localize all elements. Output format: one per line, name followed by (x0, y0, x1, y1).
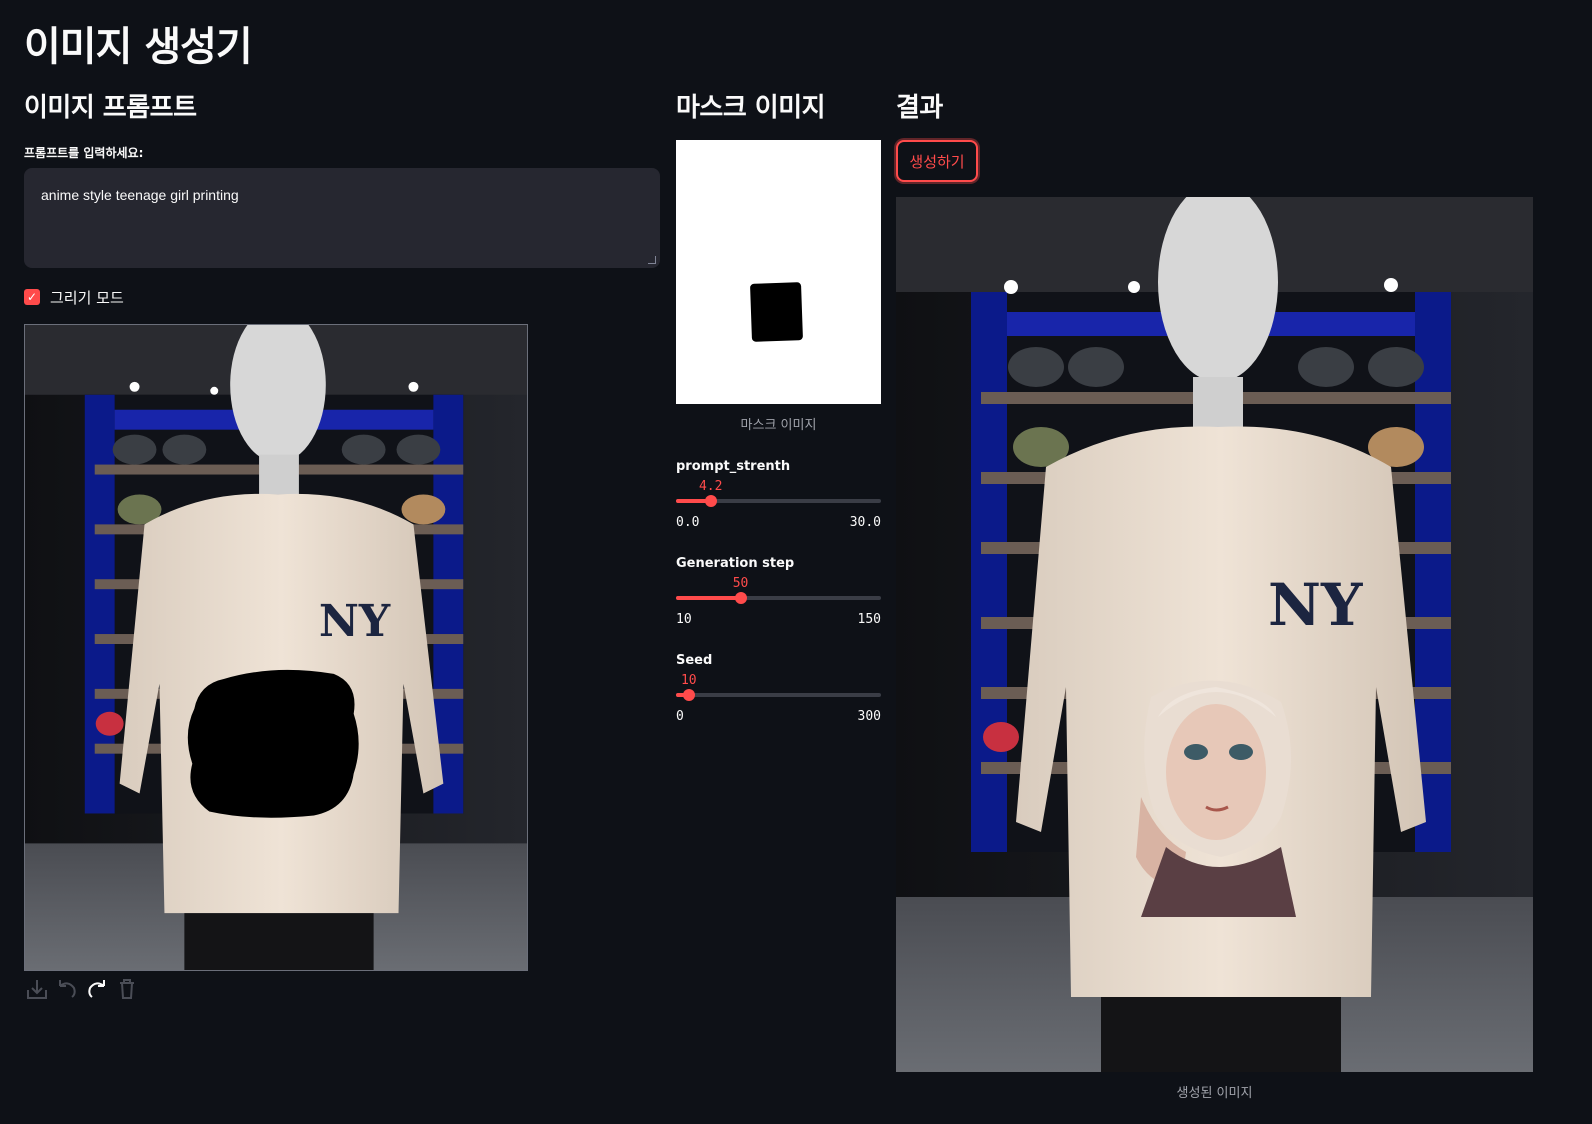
prompt-strength-value-row: 4.2 (676, 479, 881, 497)
prompt-strength-max: 30.0 (849, 515, 881, 530)
page-title: 이미지 생성기 (24, 24, 253, 70)
prompt-strength-min: 0.0 (676, 515, 700, 530)
seed-range: 0 300 (676, 709, 881, 724)
result-caption: 생성된 이미지 (1176, 1086, 1253, 1101)
canvas-toolbar (24, 975, 660, 1003)
prompt-strength-track[interactable] (676, 495, 881, 507)
generate-button[interactable]: 생성하기 (896, 140, 978, 182)
seed-min: 0 (676, 709, 684, 724)
mask-region (750, 282, 803, 342)
resize-grip-icon[interactable] (648, 256, 656, 264)
generation-step-fill (676, 596, 741, 600)
generation-step-slider: Generation step 50 10 150 (676, 556, 881, 627)
redo-icon[interactable] (84, 976, 110, 1002)
seed-value: 10 (680, 673, 697, 688)
undo-icon[interactable] (54, 976, 80, 1002)
mask-caption: 마스크 이미지 (740, 418, 817, 433)
generation-step-track[interactable] (676, 592, 881, 604)
mannequin-photo: NY (25, 325, 527, 970)
mask-image (676, 140, 881, 404)
seed-slider: Seed 10 0 300 (676, 653, 881, 724)
seed-label: Seed (676, 653, 713, 668)
prompt-strength-label: prompt_strenth (676, 459, 791, 474)
seed-thumb[interactable] (682, 689, 695, 701)
download-icon[interactable] (24, 976, 50, 1002)
generation-step-label: Generation step (676, 556, 795, 571)
prompt-strength-thumb[interactable] (704, 495, 717, 507)
drawing-canvas[interactable]: NY (24, 324, 528, 971)
trash-icon[interactable] (114, 976, 140, 1002)
prompt-strength-range: 0.0 30.0 (676, 515, 881, 530)
generation-step-thumb[interactable] (734, 592, 747, 604)
seed-max: 300 (857, 709, 881, 724)
result-image: NY (896, 197, 1533, 1072)
prompt-text: anime style teenage girl printing (41, 187, 239, 203)
prompt-textarea[interactable]: anime style teenage girl printing (24, 168, 660, 268)
svg-text:NY: NY (319, 596, 391, 647)
seed-value-row: 10 (676, 673, 881, 691)
result-column: 결과 생성하기 NY 생성된 이미지 (896, 90, 1533, 1101)
generated-photo: NY (896, 197, 1533, 1072)
mask-column: 마스크 이미지 마스크 이미지 prompt_strenth 4.2 0.0 30.0… (676, 90, 881, 724)
draw-mode-label: 그리기 모드 (50, 288, 124, 307)
generation-step-range: 10 150 (676, 612, 881, 627)
generation-step-value: 50 (732, 576, 749, 591)
prompt-column: 이미지 프롬프트 프롬프트를 입력하세요: anime style teenag… (24, 90, 660, 1003)
prompt-heading: 이미지 프롬프트 (24, 93, 197, 123)
draw-mode-checkbox[interactable]: ✓ (24, 289, 40, 305)
prompt-label: 프롬프트를 입력하세요: (24, 146, 144, 160)
draw-mode-checkbox-row[interactable]: ✓ 그리기 모드 (24, 286, 660, 308)
mask-heading: 마스크 이미지 (676, 93, 826, 123)
prompt-strength-value: 4.2 (698, 479, 723, 494)
result-heading: 결과 (896, 93, 943, 123)
generation-step-value-row: 50 (676, 576, 881, 594)
generation-step-max: 150 (857, 612, 881, 627)
seed-track[interactable] (676, 689, 881, 701)
generation-step-min: 10 (676, 612, 692, 627)
svg-text:NY: NY (1268, 571, 1363, 639)
prompt-strength-slider: prompt_strenth 4.2 0.0 30.0 (676, 459, 881, 530)
